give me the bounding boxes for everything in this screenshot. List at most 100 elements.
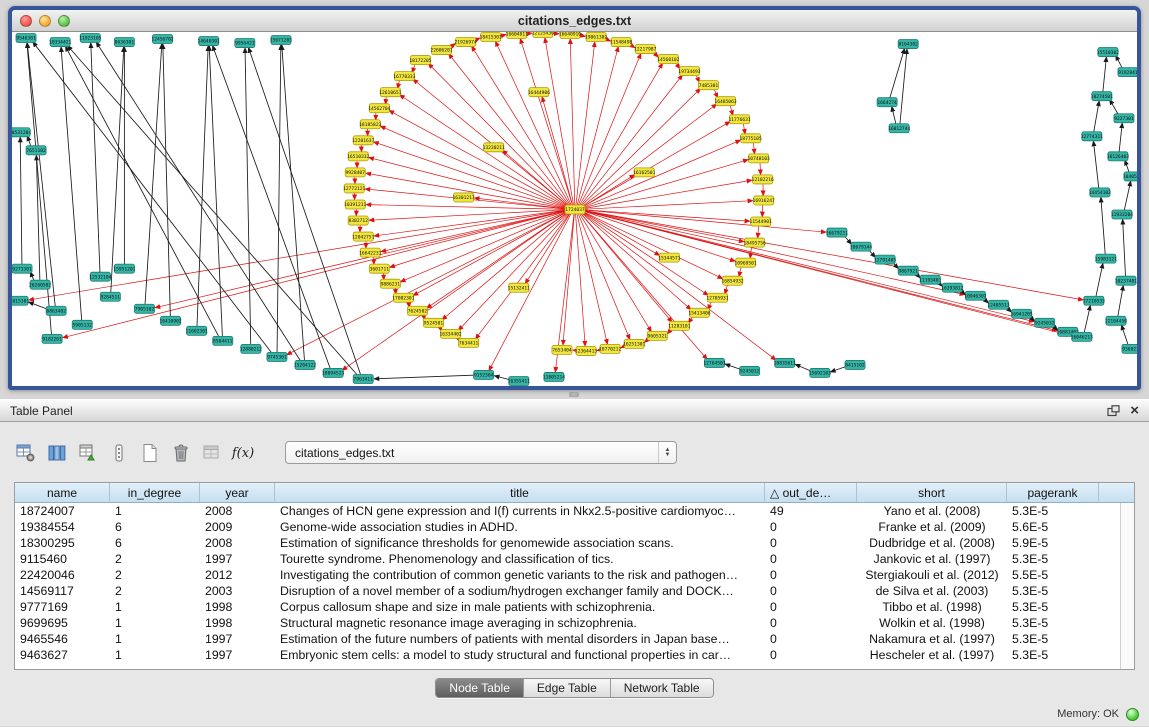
graph-node[interactable]: 17082301 <box>392 293 414 302</box>
graph-node[interactable]: 1724037 <box>565 205 585 214</box>
column-header-year[interactable]: year <box>200 483 275 503</box>
graph-node[interactable]: 16485063 <box>714 97 736 106</box>
graph-node[interactable]: 21926974 <box>455 38 477 47</box>
graph-node[interactable]: 18274501 <box>1091 92 1113 101</box>
function-builder-button[interactable]: f(x) <box>231 441 255 465</box>
graph-node[interactable]: 15951201 <box>113 264 135 273</box>
graph-node[interactable]: 19734493 <box>678 67 700 76</box>
graph-node[interactable]: 10237401 <box>1115 276 1137 285</box>
graph-node[interactable]: 9546301 <box>16 34 36 43</box>
row-tool-button[interactable] <box>107 441 131 465</box>
column-header-name[interactable]: name <box>15 483 110 503</box>
graph-node[interactable]: 14454103 <box>1089 188 1111 197</box>
tab-network-table[interactable]: Network Table <box>611 679 713 697</box>
graph-node[interactable]: 14562704 <box>368 104 390 113</box>
graph-node[interactable]: 16355411 <box>508 376 530 385</box>
close-panel-button[interactable]: × <box>1130 404 1139 418</box>
graph-node[interactable]: 7653404 <box>552 345 572 354</box>
graph-node[interactable]: 16604811 <box>506 32 528 39</box>
graph-node[interactable]: 9192841 <box>1118 68 1137 77</box>
graph-node[interactable]: 15413406 <box>688 308 710 317</box>
graph-node[interactable]: 14560102 <box>657 55 679 64</box>
graph-node[interactable]: 7634411 <box>459 338 479 347</box>
graph-node[interactable]: 15204122 <box>294 360 316 369</box>
column-header-in_degree[interactable]: in_degree <box>110 483 200 503</box>
graph-node[interactable]: 16642231 <box>359 248 381 257</box>
table-row[interactable]: 2242004622012Investigating the contribut… <box>15 567 1134 583</box>
graph-node[interactable]: 12405513 <box>987 300 1009 309</box>
graph-node[interactable]: 10334421 <box>49 38 71 47</box>
graph-node[interactable]: 15983121 <box>1095 254 1117 263</box>
graph-node[interactable]: 11805214 <box>543 372 565 381</box>
graph-node[interactable]: 16410902 <box>159 316 181 325</box>
graph-node[interactable]: 5905132 <box>72 320 92 329</box>
import-table-button[interactable] <box>76 441 100 465</box>
graph-node[interactable]: 16251301 <box>623 339 645 348</box>
graph-node[interactable]: 16162501 <box>633 168 655 177</box>
table-row[interactable]: 1830029562008Estimation of significance … <box>15 535 1134 551</box>
graph-node[interactable]: 12791405 <box>874 255 896 264</box>
graph-node[interactable]: 16444906 <box>528 88 550 97</box>
table-row[interactable]: 969969511998Structural magnetic resonanc… <box>15 615 1134 631</box>
table-scrollbar[interactable] <box>1120 503 1134 669</box>
column-header-title[interactable]: title <box>275 483 765 503</box>
graph-node[interactable]: 16012744 <box>888 124 910 133</box>
graph-node[interactable]: 11193401 <box>919 275 941 284</box>
tab-node-table[interactable]: Node Table <box>436 679 524 697</box>
graph-node[interactable]: 8302712 <box>348 216 368 225</box>
graph-node[interactable]: 10679144 <box>850 242 872 251</box>
graph-node[interactable]: 7651102 <box>26 146 46 155</box>
graph-node[interactable]: 11923105 <box>79 34 101 43</box>
table-row[interactable]: 1938455462009Genome-wide association stu… <box>15 519 1134 535</box>
graph-node[interactable]: 12764501 <box>703 358 725 367</box>
graph-node[interactable]: 15510302 <box>1097 48 1119 57</box>
column-header-short[interactable]: short <box>857 483 1007 503</box>
window-titlebar[interactable]: citations_edges.txt <box>12 10 1137 32</box>
table-row[interactable]: 946554611997Estimation of the future num… <box>15 631 1134 647</box>
float-panel-button[interactable] <box>1107 405 1120 417</box>
graph-node[interactable]: 9745301 <box>267 352 287 361</box>
show-columns-button[interactable] <box>45 441 69 465</box>
graph-node[interactable]: 16334402 <box>439 329 461 338</box>
graph-node[interactable]: 9152304 <box>474 370 494 379</box>
network-canvas[interactable]: 1724037181722051677033312610651145627041… <box>12 32 1137 386</box>
graph-node[interactable]: 11015301 <box>12 296 29 305</box>
table-row[interactable]: 1872400712008Changes of HCN gene express… <box>15 503 1134 519</box>
graph-node[interactable]: 12102216 <box>752 175 774 184</box>
graph-node[interactable]: 9245032 <box>1035 318 1055 327</box>
graph-node[interactable]: 18415301 <box>480 33 502 42</box>
graph-node[interactable]: 10835611 <box>774 358 796 367</box>
graph-node[interactable]: 10391211 <box>344 200 366 209</box>
citation-network-graph[interactable]: 1724037181722051677033312610651145627041… <box>12 32 1137 386</box>
graph-node[interactable]: 9182201 <box>42 334 62 343</box>
graph-node[interactable]: 16770333 <box>393 72 415 81</box>
graph-node[interactable]: 11548498 <box>610 38 632 47</box>
graph-node[interactable]: 8164302 <box>898 40 918 49</box>
column-header-out_degree[interactable]: △ out_de… <box>765 483 857 503</box>
graph-node[interactable]: 16510332 <box>347 152 369 161</box>
graph-node[interactable]: 9605321 <box>647 331 667 340</box>
delete-table-button[interactable] <box>169 441 193 465</box>
graph-node[interactable]: 9524501 <box>423 318 443 327</box>
graph-node[interactable]: 16916247 <box>753 196 775 205</box>
graph-node[interactable]: 15671203 <box>270 36 292 45</box>
graph-node[interactable]: 11776631 <box>728 115 750 124</box>
graph-node[interactable]: 18775105 <box>740 134 762 143</box>
graph-node[interactable]: 19861302 <box>585 33 607 42</box>
memory-status-indicator[interactable] <box>1126 708 1139 721</box>
table-row[interactable]: 977716911998Corpus callosum shape and si… <box>15 599 1134 615</box>
table-settings-button[interactable] <box>14 441 38 465</box>
table-row[interactable]: 911546021997Tourette syndrome. Phenomeno… <box>15 551 1134 567</box>
graph-node[interactable]: 9360217 <box>1122 344 1137 353</box>
graph-node[interactable]: 7905102 <box>134 304 154 313</box>
graph-node[interactable]: 9886231 <box>380 279 400 288</box>
graph-node[interactable]: 22606201 <box>430 46 452 55</box>
table-selector-combobox[interactable]: citations_edges.txt ▲▼ <box>285 441 677 464</box>
graph-node[interactable]: 18185823 <box>359 120 381 129</box>
graph-node[interactable]: 16640910 <box>559 32 581 39</box>
graph-node[interactable]: 10969501 <box>735 258 757 267</box>
graph-node[interactable]: 16941205 <box>1010 309 1032 318</box>
graph-node[interactable]: 8863402 <box>46 306 66 315</box>
graph-node[interactable]: 3601711 <box>369 264 389 273</box>
graph-node[interactable]: 18172205 <box>409 56 431 65</box>
